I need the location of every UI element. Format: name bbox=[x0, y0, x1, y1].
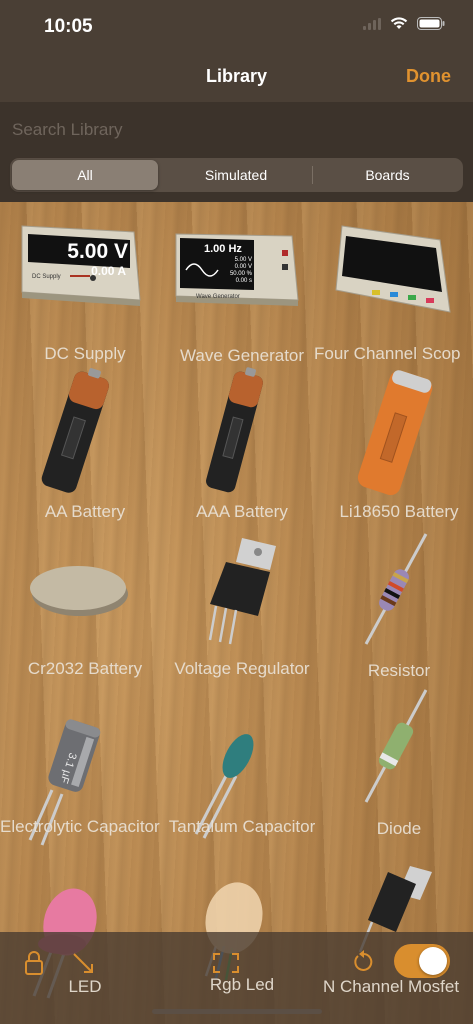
segment-all[interactable]: All bbox=[12, 160, 158, 190]
item-label-n-channel-mosfet[interactable]: N Channel Mosfet bbox=[323, 977, 473, 997]
item-label-tantalum-capacitor[interactable]: Tantalum Capacitor bbox=[157, 817, 327, 837]
wave-readout-2: 0.00 V bbox=[235, 264, 252, 270]
item-label-dc-supply[interactable]: DC Supply bbox=[0, 344, 170, 364]
segment-divider bbox=[312, 166, 313, 184]
dc-current-readout: 0.00 A bbox=[91, 264, 126, 278]
item-label-li18650-battery[interactable]: Li18650 Battery bbox=[314, 502, 473, 522]
dc-voltage-readout: 5.00 V bbox=[67, 240, 128, 263]
aaa-battery-item[interactable] bbox=[204, 364, 266, 493]
filter-segmented-control: All Simulated Boards bbox=[10, 158, 463, 192]
svg-text:DC Supply: DC Supply bbox=[32, 274, 61, 280]
done-button[interactable]: Done bbox=[406, 66, 451, 87]
status-bar: 10:05 bbox=[0, 0, 473, 54]
search-input[interactable] bbox=[10, 116, 464, 144]
li18650-battery-item[interactable] bbox=[355, 368, 435, 498]
item-label-electrolytic-capacitor[interactable]: Electrolytic Capacitor bbox=[0, 817, 170, 837]
item-label-four-channel-scope[interactable]: Four Channel Scop bbox=[314, 344, 473, 364]
resize-arrows-icon[interactable] bbox=[72, 952, 96, 974]
wifi-icon bbox=[390, 17, 408, 29]
navigation-bar: Library Done bbox=[0, 54, 473, 102]
frame-corners-icon[interactable] bbox=[212, 952, 240, 974]
lock-icon[interactable] bbox=[24, 950, 44, 976]
item-label-aaa-battery[interactable]: AAA Battery bbox=[157, 502, 327, 522]
item-label-diode[interactable]: Diode bbox=[314, 819, 473, 839]
aa-battery-item[interactable] bbox=[40, 364, 113, 495]
segment-simulated[interactable]: Simulated bbox=[162, 160, 310, 190]
diode-item[interactable] bbox=[364, 689, 428, 803]
page-title: Library bbox=[205, 66, 268, 86]
wave-generator-plate: Wave Generator bbox=[196, 294, 240, 300]
status-time: 10:05 bbox=[44, 16, 93, 37]
wave-frequency-readout: 1.00 Hz bbox=[204, 243, 242, 255]
home-indicator bbox=[152, 1009, 322, 1014]
toggle-knob bbox=[419, 947, 447, 975]
item-label-rgb-led[interactable]: Rgb Led bbox=[157, 975, 327, 995]
four-channel-scope-item[interactable] bbox=[335, 225, 451, 313]
status-icons bbox=[363, 17, 445, 30]
battery-icon bbox=[417, 17, 445, 30]
item-label-led[interactable]: LED bbox=[0, 977, 170, 997]
wave-readout-3: 50.00 % bbox=[230, 271, 253, 277]
cellular-signal-icon bbox=[363, 17, 381, 30]
wave-readout-4: 0.00 s bbox=[236, 278, 252, 284]
item-label-aa-battery[interactable]: AA Battery bbox=[0, 502, 170, 522]
toggle-switch[interactable] bbox=[394, 944, 450, 978]
voltage-regulator-item[interactable] bbox=[208, 538, 276, 645]
rotate-icon[interactable] bbox=[352, 950, 376, 974]
item-label-cr2032-battery[interactable]: Cr2032 Battery bbox=[0, 659, 170, 679]
search-area: All Simulated Boards bbox=[0, 102, 473, 202]
item-label-resistor[interactable]: Resistor bbox=[314, 661, 473, 681]
library-grid-art: DC Supply 5.00 V 0.00 A Wave Generator 1… bbox=[21, 225, 451, 999]
segment-boards[interactable]: Boards bbox=[314, 160, 461, 190]
item-label-wave-generator[interactable]: Wave Generator bbox=[157, 346, 327, 366]
item-label-voltage-regulator[interactable]: Voltage Regulator bbox=[157, 659, 327, 679]
resistor-item[interactable] bbox=[364, 533, 428, 645]
wave-readout-1: 5.00 V bbox=[235, 257, 252, 263]
cr2032-battery-item[interactable] bbox=[30, 566, 128, 616]
